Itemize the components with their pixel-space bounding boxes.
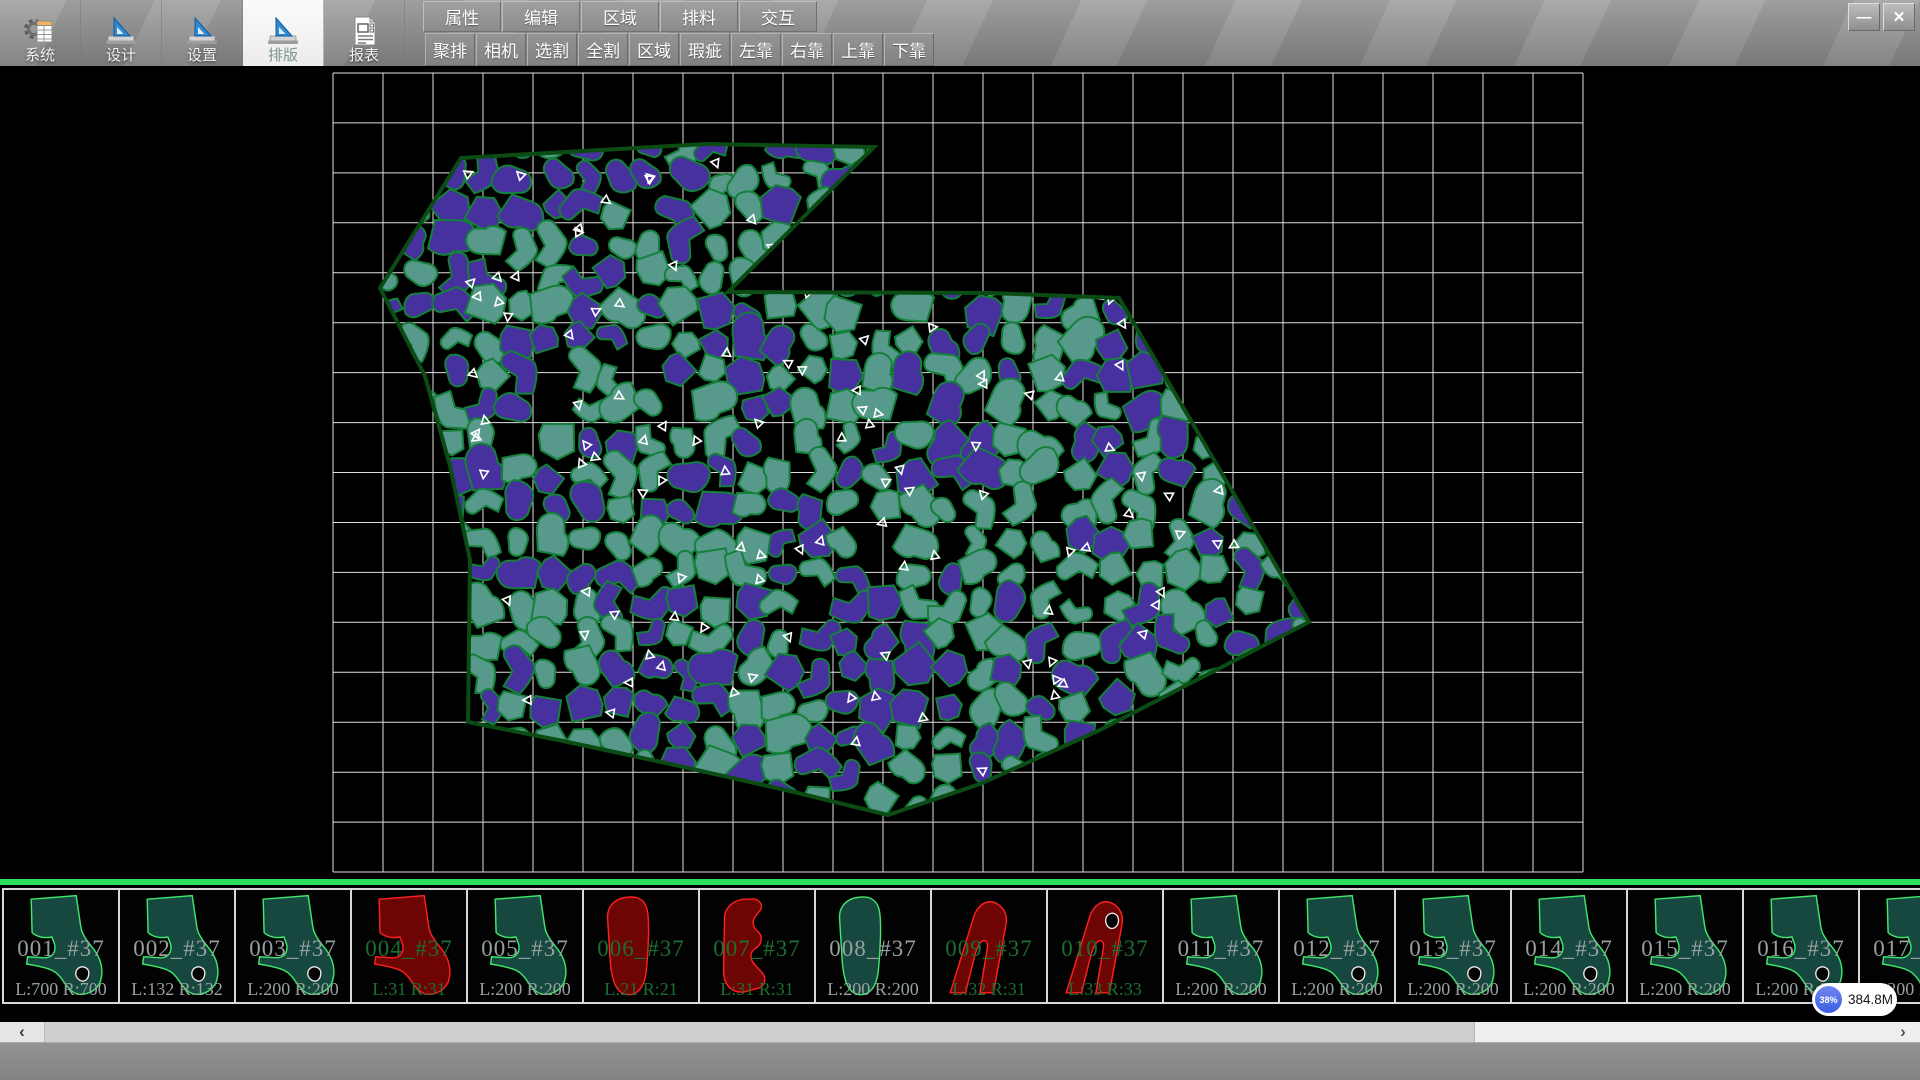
module-nesting[interactable]: 排版	[243, 0, 324, 66]
part-id: 008_#37	[816, 936, 930, 962]
part-id: 016_#37	[1744, 936, 1858, 962]
module-settings[interactable]: 设置	[162, 0, 243, 66]
minimize-button[interactable]: —	[1848, 3, 1880, 31]
menu-tab-3[interactable]: 排料	[660, 1, 738, 32]
module-label: 设置	[187, 46, 217, 66]
tool-row: 聚排相机选割全割区域瑕疵左靠右靠上靠下靠	[425, 33, 935, 66]
module-bar: 系统 设计 设置 排版 报表	[0, 0, 405, 66]
canvas-drawing	[0, 66, 1920, 879]
part-id: 003_#37	[236, 936, 350, 962]
part-size: L:132 R:132	[120, 979, 234, 1000]
part-size: L:200 R:200	[1512, 979, 1626, 1000]
part-thumbnail[interactable]: 015_#37 L:200 R:200	[1626, 888, 1744, 1004]
nesting-icon	[266, 0, 300, 46]
part-id: 007_#37	[700, 936, 814, 962]
close-button[interactable]: ✕	[1883, 3, 1915, 31]
module-design[interactable]: 设计	[81, 0, 162, 66]
part-size: L:700 R:700	[4, 979, 118, 1000]
menu-row: 属性编辑区域排料交互	[423, 1, 818, 32]
tool-button-7[interactable]: 右靠	[782, 33, 832, 66]
part-id: 014_#37	[1512, 936, 1626, 962]
tool-button-4[interactable]: 区域	[629, 33, 679, 66]
toolbar: 系统 设计 设置 排版 报表 属性编辑区域排料交互 聚排相机选割全割区域瑕疵左靠…	[0, 0, 1920, 67]
memory-usage: 384.8M	[1848, 992, 1893, 1007]
part-thumbnail[interactable]: 011_#37 L:200 R:200	[1162, 888, 1280, 1004]
part-size: L:31 R:31	[352, 979, 466, 1000]
part-size: L:200 R:200	[1628, 979, 1742, 1000]
horizontal-scrollbar[interactable]: ‹ ›	[0, 1022, 1920, 1042]
part-thumbnail[interactable]: 006_#37 L:21 R:21	[582, 888, 700, 1004]
settings-icon	[185, 0, 219, 46]
part-id: 002_#37	[120, 936, 234, 962]
module-label: 设计	[106, 46, 136, 66]
menu-tab-0[interactable]: 属性	[423, 1, 501, 32]
part-id: 010_#37	[1048, 936, 1162, 962]
part-thumbnail[interactable]: 009_#37 L:32 R:31	[930, 888, 1048, 1004]
part-id: 013_#37	[1396, 936, 1510, 962]
part-size: L:200 R:200	[468, 979, 582, 1000]
part-thumbnail[interactable]: 008_#37 L:200 R:200	[814, 888, 932, 1004]
scroll-right-button[interactable]: ›	[1886, 1022, 1920, 1042]
part-thumbnail[interactable]: 010_#37 L:33 R:33	[1046, 888, 1164, 1004]
tool-button-2[interactable]: 选割	[527, 33, 577, 66]
part-size: L:200 R:200	[1280, 979, 1394, 1000]
part-size: L:200 R:200	[816, 979, 930, 1000]
part-thumbnail[interactable]: 007_#37 L:31 R:31	[698, 888, 816, 1004]
progress-badge[interactable]: 38% 384.8M	[1812, 983, 1897, 1016]
part-id: 004_#37	[352, 936, 466, 962]
part-size: L:200 R:200	[1164, 979, 1278, 1000]
part-id: 012_#37	[1280, 936, 1394, 962]
report-icon	[347, 0, 381, 46]
part-id: 015_#37	[1628, 936, 1742, 962]
part-size: L:31 R:31	[700, 979, 814, 1000]
tool-button-6[interactable]: 左靠	[731, 33, 781, 66]
part-thumbnail[interactable]: 004_#37 L:31 R:31	[350, 888, 468, 1004]
parts-strip: 001_#37 L:700 R:700002_#37 L:132 R:132003_…	[2, 888, 1920, 1004]
module-label: 报表	[349, 46, 379, 66]
progress-percent: 38%	[1815, 986, 1842, 1013]
menu-tab-4[interactable]: 交互	[739, 1, 817, 32]
part-size: L:21 R:21	[584, 979, 698, 1000]
design-icon	[104, 0, 138, 46]
tool-button-3[interactable]: 全割	[578, 33, 628, 66]
window-bottom-frame	[0, 1042, 1920, 1080]
part-id: 009_#37	[932, 936, 1046, 962]
module-system[interactable]: 系统	[0, 0, 81, 66]
part-id: 011_#37	[1164, 936, 1278, 962]
part-id: 017_#37	[1860, 936, 1920, 962]
tool-button-0[interactable]: 聚排	[425, 33, 475, 66]
scrollbar-thumb[interactable]	[44, 1022, 1475, 1042]
part-id: 006_#37	[584, 936, 698, 962]
part-size: L:200 R:200	[236, 979, 350, 1000]
scroll-left-button[interactable]: ‹	[0, 1022, 45, 1042]
part-size: L:33 R:33	[1048, 979, 1162, 1000]
part-size: L:32 R:31	[932, 979, 1046, 1000]
module-label: 排版	[268, 46, 298, 66]
part-size: L:200 R:200	[1396, 979, 1510, 1000]
part-thumbnail[interactable]: 014_#37 L:200 R:200	[1510, 888, 1628, 1004]
part-thumbnail[interactable]: 013_#37 L:200 R:200	[1394, 888, 1512, 1004]
tool-button-9[interactable]: 下靠	[884, 33, 934, 66]
module-label: 系统	[25, 46, 55, 66]
part-thumbnail[interactable]: 012_#37 L:200 R:200	[1278, 888, 1396, 1004]
part-id: 001_#37	[4, 936, 118, 962]
tool-button-8[interactable]: 上靠	[833, 33, 883, 66]
part-thumbnail[interactable]: 003_#37 L:200 R:200	[234, 888, 352, 1004]
menu-tab-1[interactable]: 编辑	[502, 1, 580, 32]
menu-tab-2[interactable]: 区域	[581, 1, 659, 32]
part-thumbnail[interactable]: 001_#37 L:700 R:700	[2, 888, 120, 1004]
part-thumbnail[interactable]: 002_#37 L:132 R:132	[118, 888, 236, 1004]
nesting-canvas[interactable]	[0, 66, 1920, 879]
tool-button-5[interactable]: 瑕疵	[680, 33, 730, 66]
tool-button-1[interactable]: 相机	[476, 33, 526, 66]
strip-top-divider	[0, 879, 1920, 885]
system-icon	[23, 0, 57, 46]
nesting-application-window: 系统 设计 设置 排版 报表 属性编辑区域排料交互 聚排相机选割全割区域瑕疵左靠…	[0, 0, 1920, 1080]
part-id: 005_#37	[468, 936, 582, 962]
window-controls: — ✕	[1848, 3, 1915, 31]
module-report[interactable]: 报表	[324, 0, 405, 66]
part-thumbnail[interactable]: 005_#37 L:200 R:200	[466, 888, 584, 1004]
